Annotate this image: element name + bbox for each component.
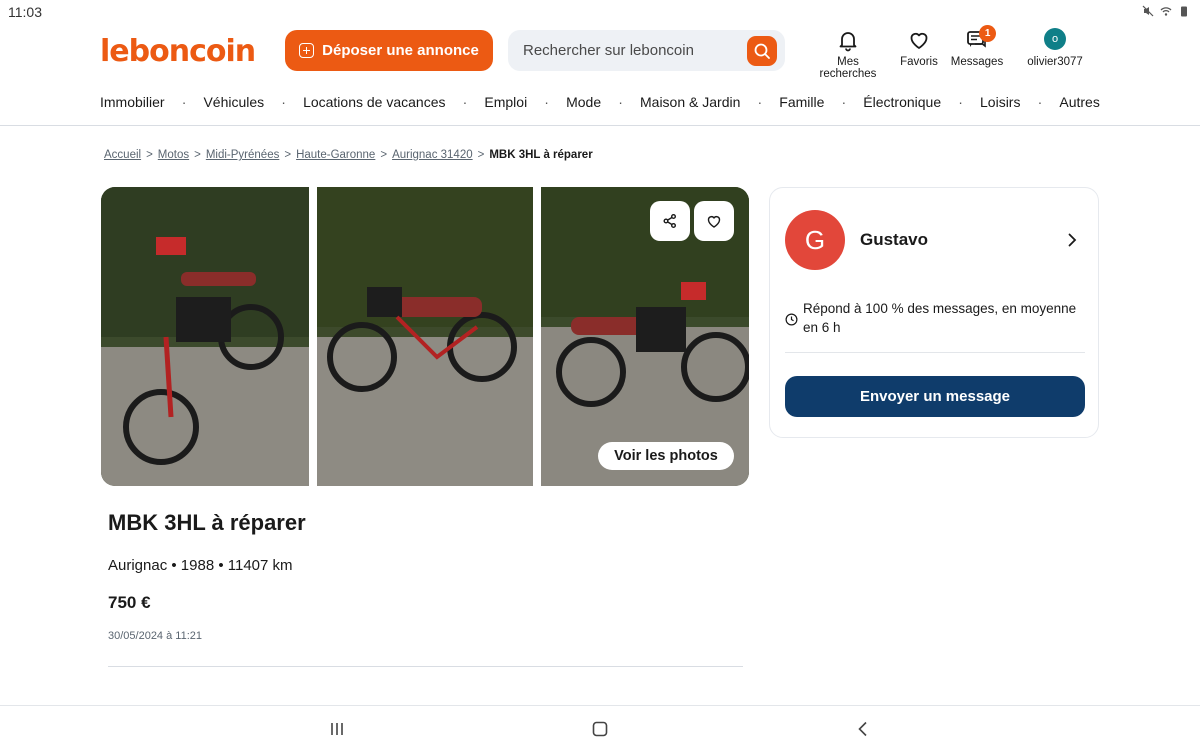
category-autres[interactable]: Autres — [1059, 94, 1099, 110]
heart-icon — [707, 215, 721, 228]
search-input[interactable]: Rechercher sur leboncoin — [523, 42, 694, 59]
post-ad-label: Déposer une annonce — [322, 42, 479, 59]
category-maison-jardin[interactable]: Maison & Jardin — [640, 94, 740, 110]
share-button[interactable] — [650, 201, 690, 241]
category-loisirs[interactable]: Loisirs — [980, 94, 1020, 110]
seller-avatar[interactable]: G — [785, 210, 845, 270]
category-emploi[interactable]: Emploi — [484, 94, 527, 110]
post-ad-button[interactable]: Déposer une annonce — [285, 30, 493, 71]
photo-gallery: Voir les photos — [101, 187, 749, 486]
nav-user-label: olivier3077 — [1027, 56, 1083, 68]
user-avatar: o — [1044, 28, 1066, 50]
seller-response-info: Répond à 100 % des messages, en moyenne … — [785, 299, 1085, 337]
ad-meta: Aurignac • 1988 • 11407 km — [108, 557, 293, 574]
nav-favorites-label: Favoris — [900, 56, 938, 68]
category-mode[interactable]: Mode — [566, 94, 601, 110]
seller-response-text: Répond à 100 % des messages, en moyenne … — [803, 301, 1077, 335]
breadcrumb-accueil[interactable]: Accueil — [104, 149, 141, 161]
category-menu: Immobilier · Véhicules · Locations de va… — [100, 94, 1100, 110]
plus-square-icon — [299, 43, 315, 58]
nav-messages-label: Messages — [950, 56, 1004, 68]
breadcrumb-city[interactable]: Aurignac 31420 — [392, 149, 473, 161]
mute-icon — [1142, 4, 1154, 17]
ad-photo-1[interactable] — [101, 187, 309, 486]
breadcrumb-region[interactable]: Midi-Pyrénées — [206, 149, 280, 161]
android-navigation-bar — [0, 705, 1200, 750]
breadcrumb: Accueil > Motos > Midi-Pyrénées > Haute-Gar… — [104, 149, 593, 161]
status-bar: 11:03 — [0, 0, 1200, 24]
search-button[interactable] — [747, 36, 777, 66]
back-icon[interactable] — [853, 719, 873, 739]
ad-date: 30/05/2024 à 11:21 — [108, 630, 202, 642]
seller-card: G Gustavo Répond à 100 % des messages, e… — [769, 187, 1099, 438]
nav-favorites[interactable]: Favoris — [899, 28, 939, 68]
ad-title: MBK 3HL à réparer — [108, 510, 306, 535]
category-immobilier[interactable]: Immobilier — [100, 94, 165, 110]
send-message-button[interactable]: Envoyer un message — [785, 376, 1085, 417]
heart-icon — [910, 32, 928, 49]
recent-apps-icon[interactable] — [327, 719, 347, 739]
wifi-icon — [1160, 4, 1172, 16]
nav-my-searches-label: Mes recherches — [819, 56, 877, 80]
system-icons — [1142, 4, 1190, 17]
clock: 11:03 — [8, 4, 42, 20]
home-icon[interactable] — [590, 719, 610, 739]
search-bar[interactable]: Rechercher sur leboncoin — [508, 30, 785, 71]
leboncoin-logo[interactable]: leboncoin — [100, 34, 256, 69]
see-photos-button[interactable]: Voir les photos — [598, 442, 734, 470]
chevron-right-icon[interactable] — [1064, 232, 1080, 248]
motorbike-photo — [317, 187, 533, 486]
nav-user-account[interactable]: o olivier3077 — [1022, 28, 1088, 68]
breadcrumb-department[interactable]: Haute-Garonne — [296, 149, 375, 161]
nav-messages[interactable]: 1 Messages — [950, 25, 1004, 68]
motorbike-photo — [101, 187, 309, 486]
favorite-button[interactable] — [694, 201, 734, 241]
site-header: leboncoin Déposer une annonce Rechercher… — [0, 25, 1200, 80]
breadcrumb-current: MBK 3HL à réparer — [489, 149, 593, 161]
seller-divider — [785, 352, 1085, 353]
clock-icon — [785, 313, 798, 326]
category-vehicules[interactable]: Véhicules — [203, 94, 264, 110]
nav-my-searches[interactable]: Mes recherches — [808, 28, 888, 80]
search-icon — [754, 43, 770, 59]
seller-name[interactable]: Gustavo — [860, 230, 928, 250]
category-locations-vacances[interactable]: Locations de vacances — [303, 94, 445, 110]
category-electronique[interactable]: Électronique — [863, 94, 941, 110]
category-famille[interactable]: Famille — [779, 94, 824, 110]
ad-price: 750 € — [108, 593, 151, 612]
messages-badge: 1 — [979, 25, 997, 42]
ad-photo-2[interactable] — [317, 187, 533, 486]
battery-icon — [1178, 4, 1190, 17]
header-divider — [0, 125, 1200, 126]
share-icon — [663, 214, 676, 228]
bell-icon — [839, 32, 857, 52]
breadcrumb-motos[interactable]: Motos — [158, 149, 189, 161]
ad-divider — [108, 666, 743, 667]
